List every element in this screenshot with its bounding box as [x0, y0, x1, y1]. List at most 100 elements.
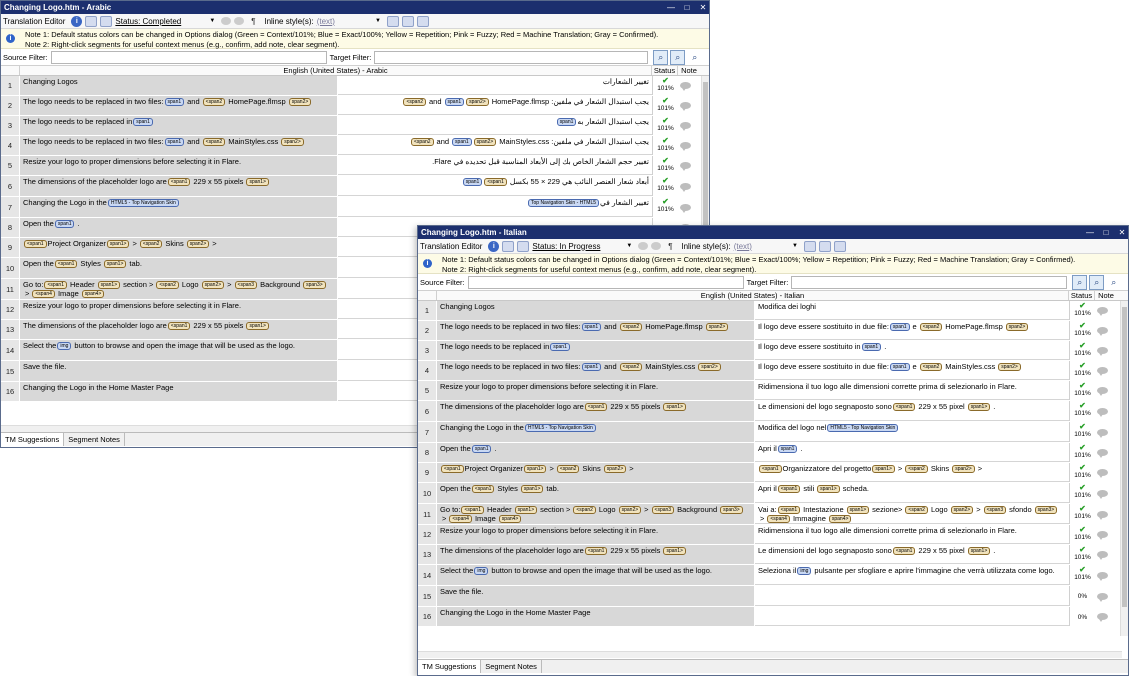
- note-cell[interactable]: [678, 136, 693, 155]
- target-filter-input[interactable]: [791, 275, 1068, 289]
- next-icon[interactable]: [234, 17, 245, 25]
- target-cell[interactable]: تغيير حجم الشعار الخاص بك إلى الأبعاد ال…: [338, 156, 652, 175]
- source-cell[interactable]: Open the span1.: [20, 218, 338, 237]
- comment-icon[interactable]: [1097, 469, 1108, 478]
- source-cell[interactable]: The logo needs to be replaced in two fil…: [20, 136, 338, 155]
- source-cell[interactable]: The dimensions of the placeholder logo a…: [20, 176, 338, 196]
- table-row[interactable]: 16 Changing the Logo in the Home Master P…: [418, 607, 1128, 627]
- target-cell[interactable]: Apri il <span1 stili span1> scheda.: [755, 483, 1069, 503]
- layout-icon[interactable]: [833, 240, 846, 252]
- status-cell[interactable]: ✔ 101%: [1069, 381, 1095, 400]
- inline-style-dropdown[interactable]: (text): [734, 242, 752, 251]
- source-cell[interactable]: Changing the Logo in the HTML5 - Top Navi…: [437, 422, 755, 442]
- note-cell[interactable]: [1095, 504, 1110, 524]
- source-cell[interactable]: Save the file.: [437, 586, 755, 606]
- source-cell[interactable]: Changing Logos: [437, 301, 755, 320]
- target-cell[interactable]: تغيير الشعارات: [338, 76, 652, 95]
- comment-icon[interactable]: [1097, 387, 1108, 396]
- comment-icon[interactable]: [1097, 551, 1108, 560]
- status-cell[interactable]: ✔ 101%: [652, 96, 678, 115]
- status-dropdown[interactable]: Status: Completed: [115, 17, 205, 26]
- source-cell[interactable]: The logo needs to be replaced in two fil…: [437, 361, 755, 380]
- status-cell[interactable]: 0%: [1069, 586, 1095, 606]
- source-cell[interactable]: Changing the Logo in the Home Master Pag…: [437, 607, 755, 626]
- note-cell[interactable]: [1095, 586, 1110, 606]
- source-cell[interactable]: The dimensions of the placeholder logo a…: [20, 320, 338, 339]
- clear-search-icon[interactable]: ⌕: [687, 50, 702, 65]
- table-row[interactable]: 4 The logo needs to be replaced in two fi…: [1, 136, 709, 156]
- search-icon[interactable]: ⌕: [1072, 274, 1088, 290]
- table-row[interactable]: 2 The logo needs to be replaced in two fi…: [418, 321, 1128, 341]
- target-filter-input[interactable]: [374, 50, 649, 64]
- source-cell[interactable]: The dimensions of the placeholder logo a…: [437, 401, 755, 421]
- source-cell[interactable]: Resize your logo to proper dimensions be…: [437, 525, 755, 544]
- clear-search-icon[interactable]: ⌕: [1106, 275, 1121, 290]
- comment-icon[interactable]: [1097, 367, 1108, 376]
- source-cell[interactable]: The logo needs to be replaced in two fil…: [437, 321, 755, 340]
- source-cell[interactable]: <span1 Project Organizer span1> > <span2 Skin…: [20, 238, 338, 257]
- comment-icon[interactable]: [680, 82, 691, 91]
- table-row[interactable]: 6 The dimensions of the placeholder logo …: [418, 401, 1128, 422]
- tab-tm-suggestions[interactable]: TM Suggestions: [1, 433, 65, 446]
- status-dropdown[interactable]: Status: In Progress: [532, 242, 622, 251]
- note-cell[interactable]: [1095, 341, 1110, 360]
- inline-style-dropdown[interactable]: (text): [317, 17, 335, 26]
- table-row[interactable]: 10 Open the <span1 Styles span1> tab. Apri il <…: [418, 483, 1128, 504]
- minimize-icon[interactable]: —: [1086, 226, 1094, 239]
- source-cell[interactable]: Changing the Logo in the Home Master Pag…: [20, 382, 338, 401]
- status-cell[interactable]: ✔ 101%: [1069, 401, 1095, 421]
- status-cell[interactable]: ✔ 101%: [1069, 443, 1095, 462]
- info-icon[interactable]: i: [488, 240, 500, 252]
- note-cell[interactable]: [678, 96, 693, 115]
- note-cell[interactable]: [1095, 381, 1110, 400]
- source-cell[interactable]: Go to: <span1 Header span1> section > <span2 L…: [20, 279, 338, 299]
- note-cell[interactable]: [1095, 321, 1110, 340]
- status-cell[interactable]: ✔ 101%: [1069, 545, 1095, 564]
- target-cell[interactable]: أبعاد شعار العنصر النائب هي229 × 55 بكسل…: [338, 176, 652, 196]
- table-row[interactable]: 5 Resize your logo to proper dimensions b…: [1, 156, 709, 176]
- comment-icon[interactable]: [1097, 407, 1108, 417]
- search-icon[interactable]: ⌕: [653, 49, 669, 65]
- status-cell[interactable]: ✔ 101%: [652, 116, 678, 135]
- comment-icon[interactable]: [1097, 428, 1108, 438]
- source-cell[interactable]: Changing the Logo in the HTML5 - Top Navi…: [20, 197, 338, 217]
- table-row[interactable]: 4 The logo needs to be replaced in two fi…: [418, 361, 1128, 381]
- comment-icon[interactable]: [680, 102, 691, 111]
- note-cell[interactable]: [678, 197, 693, 217]
- close-icon[interactable]: ✕: [1118, 226, 1126, 239]
- comment-icon[interactable]: [1097, 307, 1108, 316]
- status-cell[interactable]: ✔ 101%: [1069, 422, 1095, 442]
- comment-icon[interactable]: [1097, 510, 1108, 520]
- note-cell[interactable]: [1095, 463, 1110, 482]
- maximize-icon[interactable]: □: [1102, 226, 1110, 239]
- status-cell[interactable]: ✔ 101%: [1069, 321, 1095, 340]
- chevron-down-icon[interactable]: ▼: [375, 18, 381, 24]
- target-cell[interactable]: Seleziona il img pulsante per sfogliare e …: [755, 565, 1069, 585]
- table-row[interactable]: 3 The logo needs to be replaced in span1 Il…: [418, 341, 1128, 361]
- prev-icon[interactable]: [221, 17, 232, 25]
- segment-view-icon[interactable]: [85, 15, 98, 27]
- source-filter-input[interactable]: [467, 275, 744, 289]
- note-cell[interactable]: [1095, 301, 1110, 320]
- table-row[interactable]: 12 Resize your logo to proper dimensions …: [418, 525, 1128, 545]
- table-row[interactable]: 3 The logo needs to be replaced in span1 يج…: [1, 116, 709, 136]
- table-row[interactable]: 5 Resize your logo to proper dimensions b…: [418, 381, 1128, 401]
- vertical-scrollbar[interactable]: [1120, 301, 1128, 636]
- source-cell[interactable]: Changing Logos: [20, 76, 338, 95]
- segment-view-icon[interactable]: [502, 240, 515, 252]
- comment-icon[interactable]: [1097, 531, 1108, 540]
- grid-icon[interactable]: [401, 15, 414, 27]
- comment-icon[interactable]: [680, 162, 691, 171]
- source-cell[interactable]: Select the img button to browse and open t…: [437, 565, 755, 585]
- table-row[interactable]: 15 Save the file. 0%: [418, 586, 1128, 607]
- pilcrow-icon[interactable]: ¶: [664, 241, 676, 252]
- grid-icon[interactable]: [818, 240, 831, 252]
- table-view-icon[interactable]: [100, 15, 113, 27]
- target-cell[interactable]: Apri il span1.: [755, 443, 1069, 462]
- table-row[interactable]: 7 Changing the Logo in the HTML5 - Top Nav…: [418, 422, 1128, 443]
- source-cell[interactable]: The logo needs to be replaced in span1: [437, 341, 755, 360]
- target-cell[interactable]: <span1 Organizzatore del progetto span1> > <…: [755, 463, 1069, 482]
- table-row[interactable]: 7 Changing the Logo in the HTML5 - Top Nav…: [1, 197, 709, 218]
- close-icon[interactable]: ✕: [699, 1, 707, 14]
- target-cell[interactable]: يجب استبدال الشعار في ملفين: and span1 <spa…: [338, 96, 652, 115]
